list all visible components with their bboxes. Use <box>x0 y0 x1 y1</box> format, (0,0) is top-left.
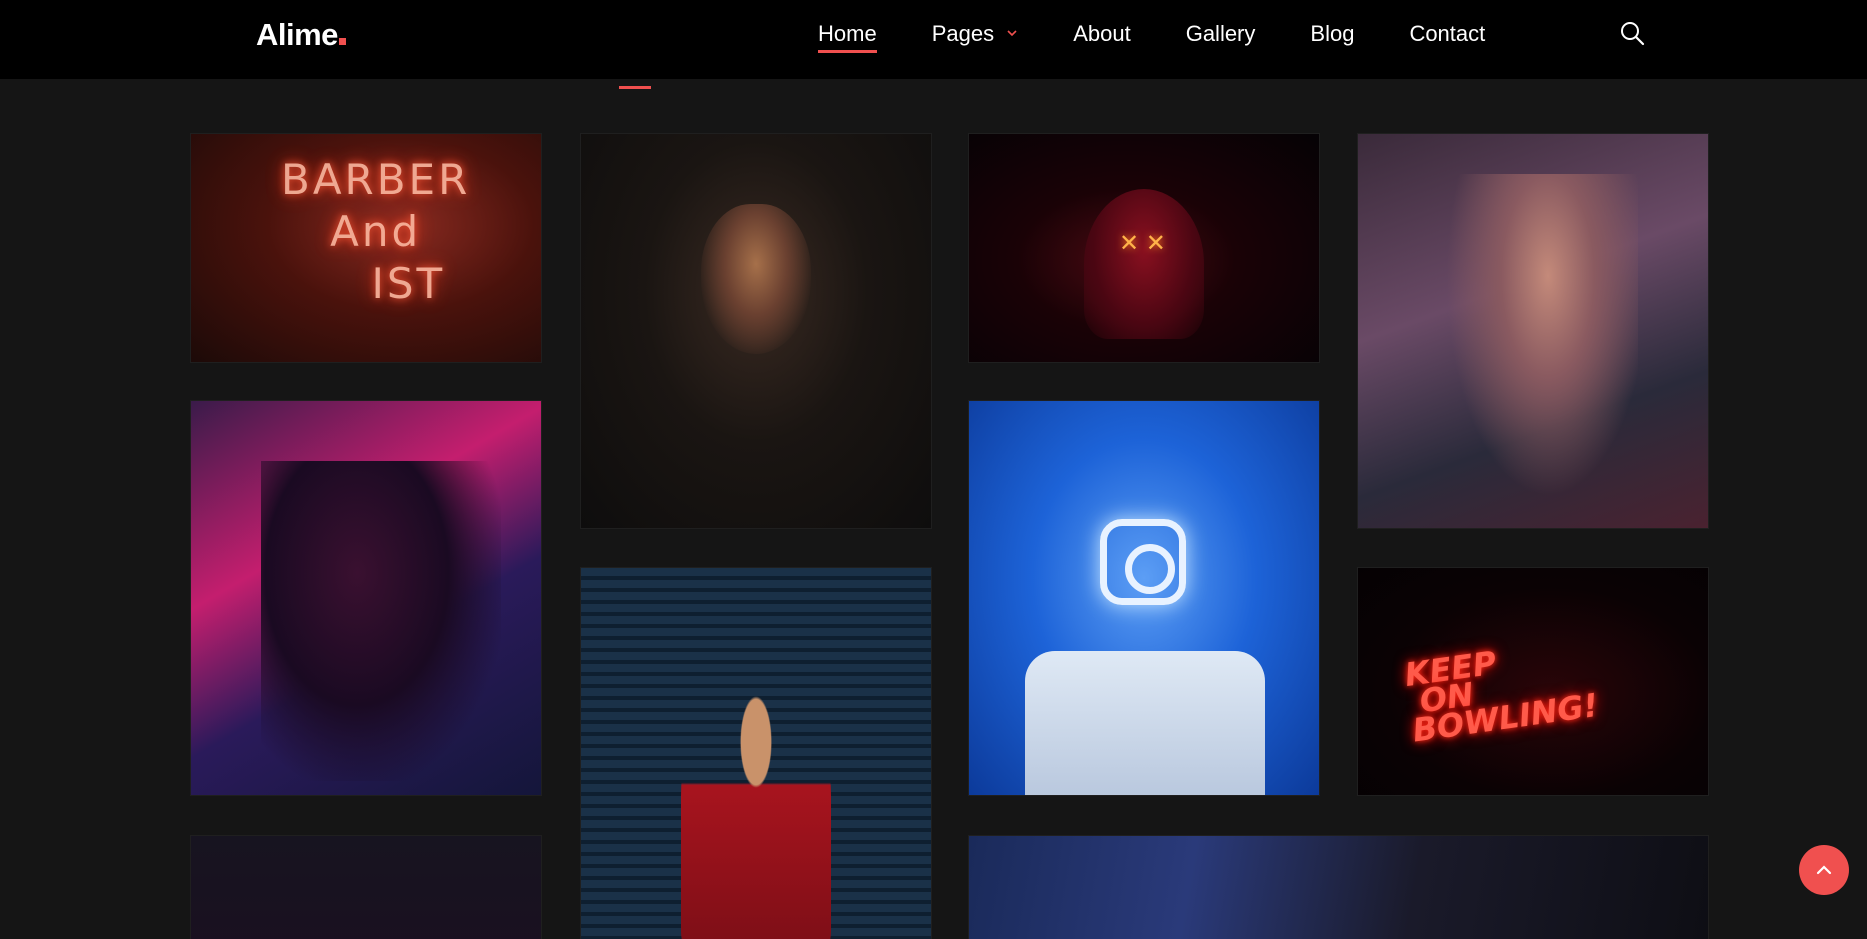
nav-pages[interactable]: Pages <box>932 20 1019 52</box>
gallery-item-red-hoodie-girl[interactable] <box>580 567 932 939</box>
nav-about-label: About <box>1073 21 1131 46</box>
filter-tab-underline <box>619 86 651 89</box>
nav-about[interactable]: About <box>1073 20 1131 52</box>
nav-gallery[interactable]: Gallery <box>1186 20 1256 52</box>
site-header: Alime Home Pages About Gallery Blog Cont… <box>0 0 1867 79</box>
neon-profile-image <box>261 461 501 781</box>
search-icon[interactable] <box>1619 20 1645 46</box>
barber-neon-sign: BARBER And IST <box>281 155 471 308</box>
nav-blog-label: Blog <box>1310 21 1355 46</box>
back-to-top-button[interactable] <box>1799 845 1849 895</box>
red-hood-image <box>1084 189 1204 339</box>
nav-blog[interactable]: Blog <box>1310 20 1354 52</box>
neon-mask-eyes: ✕ ✕ <box>1119 230 1166 257</box>
pink-portrait-image <box>1438 174 1638 514</box>
gallery-item-neon-profile[interactable] <box>190 400 542 796</box>
painted-face-image <box>701 204 811 354</box>
gallery-item-pink-portrait[interactable] <box>1357 133 1709 529</box>
nav-contact-label: Contact <box>1409 21 1486 46</box>
main-nav: Home Pages About Gallery Blog Contact <box>818 20 1540 53</box>
bed-image <box>1025 651 1265 795</box>
chevron-up-icon <box>1816 865 1832 875</box>
nav-home-label: Home <box>818 21 877 46</box>
bowling-neon-sign: KEEP ON BOWLING! <box>1402 643 1601 750</box>
gallery-item-purge-mask[interactable]: ✕ ✕ <box>968 133 1320 363</box>
nav-home[interactable]: Home <box>818 20 877 53</box>
instagram-icon <box>1100 519 1186 605</box>
page: Alime Home Pages About Gallery Blog Cont… <box>0 0 1867 939</box>
nav-contact[interactable]: Contact <box>1409 20 1485 52</box>
logo-text: Alime <box>256 17 338 52</box>
gallery-item-dark-partial[interactable] <box>190 835 542 939</box>
gallery-item-smoke-partial[interactable] <box>968 835 1709 939</box>
logo-dot <box>338 38 346 45</box>
nav-gallery-label: Gallery <box>1185 21 1256 46</box>
nav-pages-label: Pages <box>931 21 995 46</box>
site-logo[interactable]: Alime <box>256 17 346 53</box>
gallery-item-painted-face[interactable] <box>580 133 932 529</box>
gallery-item-instagram-bed[interactable] <box>968 400 1320 796</box>
gallery-item-keep-on-bowling[interactable]: KEEP ON BOWLING! <box>1357 567 1709 796</box>
chevron-down-icon <box>1007 30 1017 37</box>
red-hoodie-girl-image <box>681 688 831 939</box>
gallery-item-barber[interactable]: BARBER And IST <box>190 133 542 363</box>
